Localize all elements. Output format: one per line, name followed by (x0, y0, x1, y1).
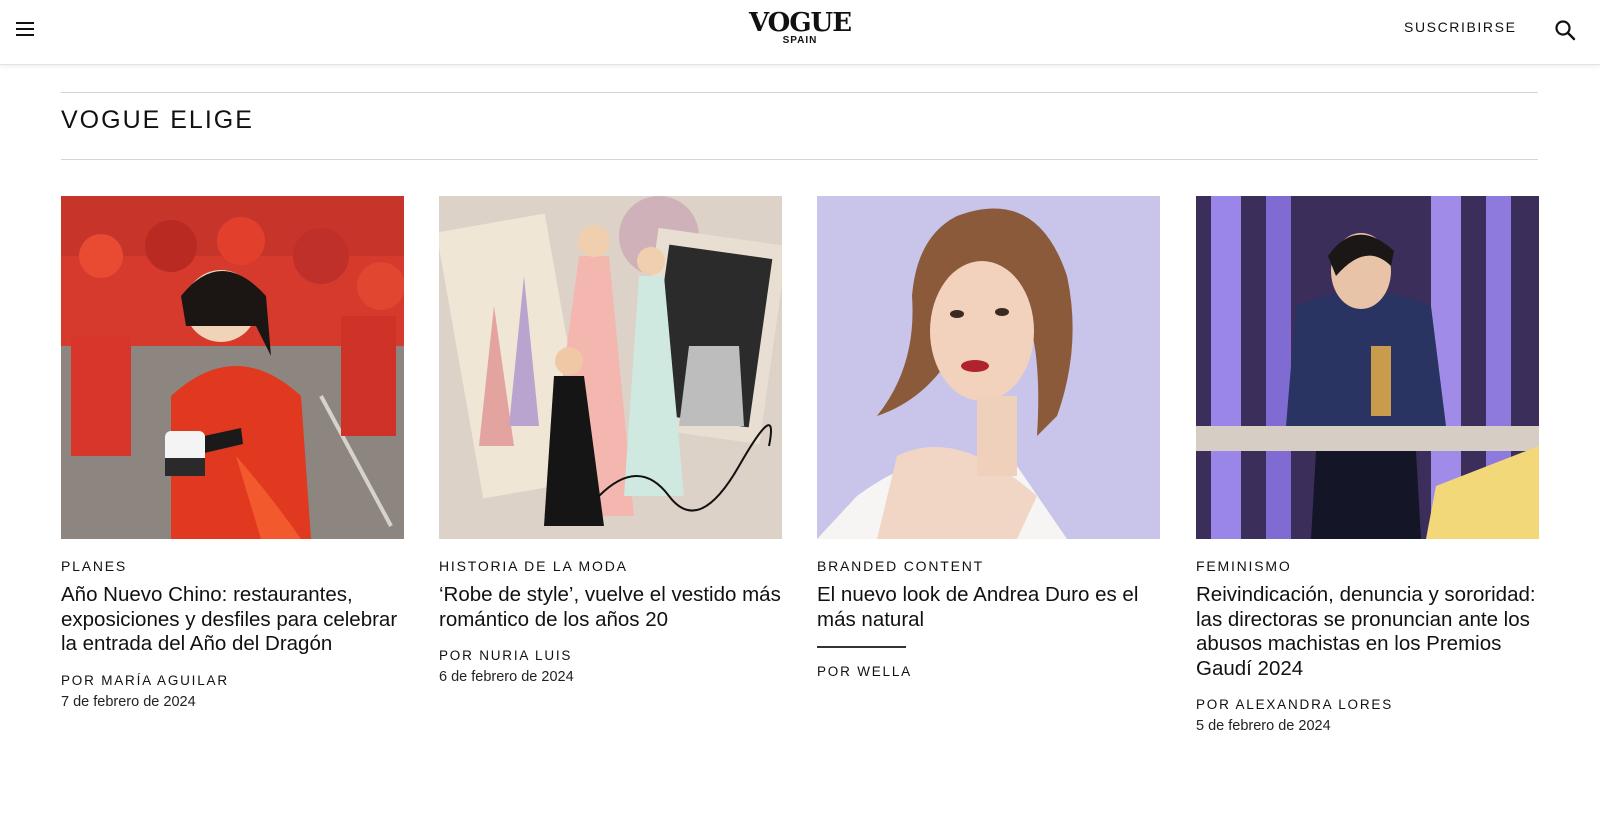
section-divider-top (61, 92, 1538, 93)
subscribe-link[interactable]: SUSCRIBIRSE (1404, 19, 1517, 35)
article-image-premios-gaudi[interactable] (1196, 196, 1539, 539)
section-divider-bottom (61, 159, 1538, 160)
article-headline[interactable]: El nuevo look de Andrea Duro es el más n… (817, 583, 1160, 632)
article-image-robe-de-style[interactable] (439, 196, 782, 539)
article-image-andrea-duro[interactable] (817, 196, 1160, 539)
article-byline: POR MARÍA AGUILAR (61, 672, 229, 688)
article-card: FEMINISMO Reivindicación, denuncia y sor… (1196, 196, 1539, 734)
article-date: 5 de febrero de 2024 (1196, 718, 1331, 734)
article-headline[interactable]: ‘Robe de style’, vuelve el vestido más r… (439, 583, 782, 632)
article-category[interactable]: BRANDED CONTENT (817, 558, 1160, 574)
article-byline: POR ALEXANDRA LORES (1196, 697, 1394, 712)
article-category[interactable]: PLANES (61, 558, 404, 574)
top-navigation-bar: VOGUE SPAIN SUSCRIBIRSE (0, 0, 1600, 65)
logo-wordmark: VOGUE (748, 8, 852, 38)
article-category[interactable]: FEMINISMO (1196, 558, 1539, 574)
article-date: 6 de febrero de 2024 (439, 669, 574, 685)
article-headline[interactable]: Año Nuevo Chino: restaurantes, exposicio… (61, 583, 404, 657)
article-date: 7 de febrero de 2024 (61, 693, 196, 710)
article-card: PLANES Año Nuevo Chino: restaurantes, ex… (61, 196, 404, 710)
article-card: BRANDED CONTENT El nuevo look de Andrea … (817, 196, 1160, 679)
article-byline: POR WELLA (817, 664, 912, 679)
article-headline[interactable]: Reivindicación, denuncia y sororidad: la… (1196, 583, 1539, 681)
hamburger-icon[interactable] (16, 22, 36, 38)
article-byline: POR NURIA LUIS (439, 648, 573, 663)
section-title: VOGUE ELIGE (61, 106, 254, 134)
article-card: HISTORIA DE LA MODA ‘Robe de style’, vue… (439, 196, 782, 685)
search-icon[interactable] (1554, 19, 1576, 41)
vogue-logo[interactable]: VOGUE SPAIN (740, 10, 860, 47)
article-image-chinese-new-year[interactable] (61, 196, 404, 539)
article-category[interactable]: HISTORIA DE LA MODA (439, 558, 782, 574)
sponsored-divider (817, 646, 906, 648)
